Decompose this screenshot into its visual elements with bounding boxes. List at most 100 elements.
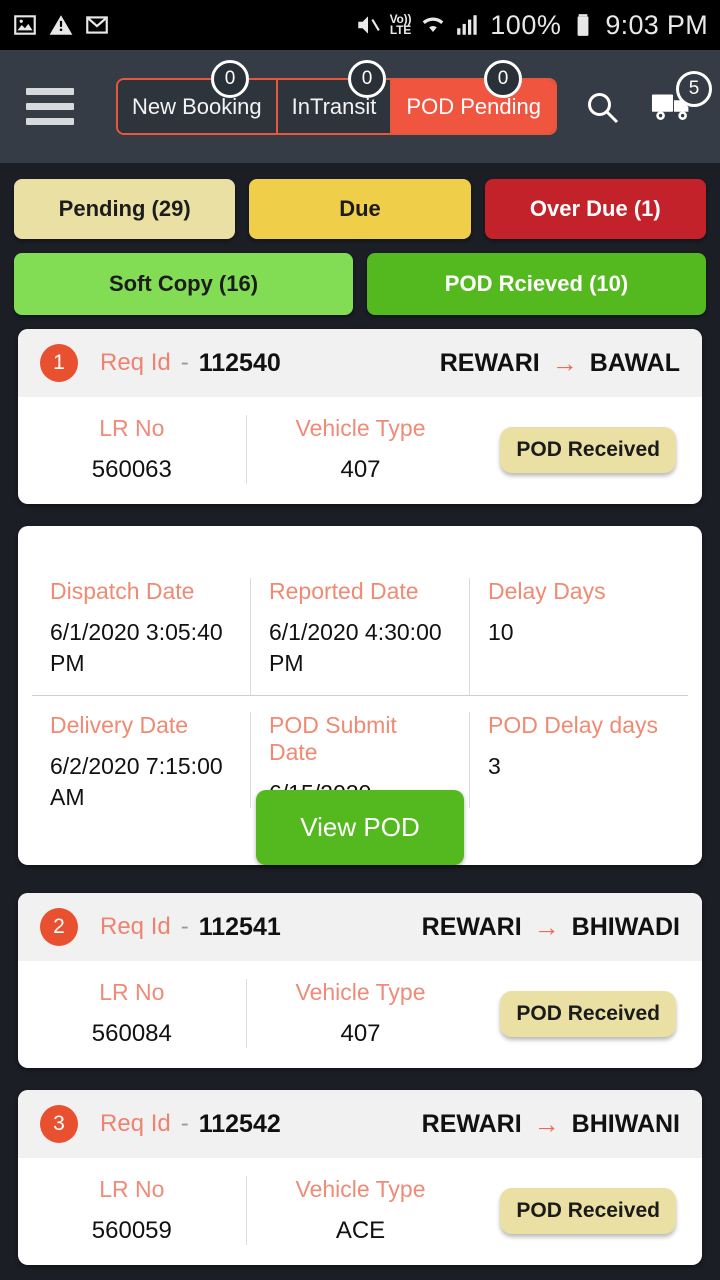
separator-dash: - <box>180 349 189 376</box>
req-id-label: Req Id <box>100 913 171 941</box>
shipment-card[interactable]: 3 Req Id - 112542 REWARI → BHIWANI LR No… <box>18 1090 702 1266</box>
tab-intransit-badge: 0 <box>348 60 386 98</box>
shipment-card-body: LR No 560084 Vehicle Type 407 POD Receiv… <box>18 961 702 1068</box>
mute-icon <box>357 16 380 34</box>
vehicle-type-label: Vehicle Type <box>295 1176 426 1203</box>
dispatch-date-cell: Dispatch Date 6/1/2020 3:05:40 PM <box>32 578 250 695</box>
delay-days-cell: Delay Days 10 <box>469 578 688 696</box>
route-origin: REWARI <box>421 1109 522 1138</box>
battery-full-icon <box>577 14 589 36</box>
gmail-icon <box>86 16 108 34</box>
status-cell: POD Received <box>474 979 702 1048</box>
shipment-card-body: LR No 560059 Vehicle Type ACE POD Receiv… <box>18 1158 702 1265</box>
status-badge[interactable]: POD Received <box>500 990 676 1037</box>
route: REWARI → BAWAL <box>440 348 680 379</box>
clock-time: 9:03 PM <box>605 9 708 40</box>
vehicle-type-cell: Vehicle Type ACE <box>245 1176 475 1246</box>
shipment-card-header[interactable]: 3 Req Id - 112542 REWARI → BHIWANI <box>18 1090 702 1159</box>
vehicle-type-cell: Vehicle Type 407 <box>245 415 475 484</box>
delay-days-label: Delay Days <box>488 578 606 604</box>
shipment-card[interactable]: 2 Req Id - 112541 REWARI → BHIWADI LR No… <box>18 893 702 1069</box>
req-id-value: 112540 <box>198 348 281 377</box>
lr-no-label: LR No <box>99 415 165 441</box>
tab-pod-pending-label: POD Pending <box>406 93 541 119</box>
signal-icon <box>457 15 477 35</box>
lr-no-label: LR No <box>99 1176 165 1203</box>
vehicle-type-cell: Vehicle Type 407 <box>245 979 475 1049</box>
pod-delay-days-value: 3 <box>488 753 501 780</box>
tab-new-booking-badge: 0 <box>211 60 249 98</box>
lr-no-label: LR No <box>99 979 165 1006</box>
filter-pod-recieved-button[interactable]: POD Rcieved (10) <box>367 253 706 315</box>
vehicle-type-value: 407 <box>340 1020 381 1048</box>
filter-row-2: Soft Copy (16) POD Rcieved (10) <box>14 253 706 315</box>
vehicle-type-label: Vehicle Type <box>295 979 426 1006</box>
status-tab-group: New Booking InTransit POD Pending 0 0 0 <box>116 60 557 135</box>
shipments-button[interactable]: 5 <box>650 70 712 131</box>
lr-no-cell: LR No 560063 <box>18 415 246 484</box>
route-destination: BHIWANI <box>571 1109 680 1138</box>
status-bar: Vo)) LTE 100% 9:03 PM <box>0 0 720 50</box>
shipment-list: 1 Req Id - 112540 REWARI → BAWAL LR No 5… <box>0 329 720 1266</box>
wifi-icon <box>422 17 444 33</box>
row-index-badge: 2 <box>40 908 78 947</box>
vehicle-type-label: Vehicle Type <box>295 415 426 441</box>
shipment-card[interactable]: 1 Req Id - 112540 REWARI → BAWAL LR No 5… <box>18 329 702 504</box>
lr-no-value: 560084 <box>91 1020 172 1048</box>
detail-row-1: Dispatch Date 6/1/2020 3:05:40 PM Report… <box>32 578 688 697</box>
tab-pod-pending-badge: 0 <box>484 60 522 98</box>
req-id-label: Req Id <box>100 1110 171 1138</box>
search-button[interactable] <box>578 83 626 131</box>
battery-percent: 100% <box>490 9 562 40</box>
shipment-card-header[interactable]: 2 Req Id - 112541 REWARI → BHIWADI <box>18 893 702 962</box>
tab-new-booking-label: New Booking <box>132 93 262 119</box>
filter-bar: Pending (29) Due Over Due (1) Soft Copy … <box>0 163 720 315</box>
row-index-badge: 3 <box>40 1105 78 1144</box>
lr-no-cell: LR No 560059 <box>18 1176 246 1245</box>
dispatch-date-label: Dispatch Date <box>50 578 195 604</box>
filter-pending-button[interactable]: Pending (29) <box>14 179 236 239</box>
vehicle-type-value: 407 <box>340 456 381 483</box>
pod-submit-date-label: POD Submit Date <box>269 712 397 766</box>
status-cell: POD Received <box>474 1176 702 1245</box>
view-pod-button[interactable]: View POD <box>256 790 464 866</box>
pod-delay-days-label: POD Delay days <box>488 712 659 739</box>
image-icon <box>14 15 36 35</box>
lr-no-value: 560063 <box>91 456 172 483</box>
app-bar: New Booking InTransit POD Pending 0 0 0 <box>0 50 720 163</box>
shipment-card-body: LR No 560063 Vehicle Type 407 POD Receiv… <box>18 397 702 504</box>
delay-days-value: 10 <box>488 619 514 645</box>
route-origin: REWARI <box>439 348 540 377</box>
warning-icon <box>49 15 73 35</box>
arrow-right-icon: → <box>533 911 560 942</box>
tab-pod-pending[interactable]: POD Pending <box>392 80 555 133</box>
lr-no-cell: LR No 560084 <box>18 979 246 1048</box>
tab-new-booking[interactable]: New Booking <box>118 80 278 133</box>
row-index-badge: 1 <box>40 344 78 382</box>
separator-dash: - <box>180 913 189 941</box>
hamburger-menu-icon[interactable] <box>26 88 74 125</box>
separator-dash: - <box>180 1110 189 1138</box>
route: REWARI → BHIWADI <box>422 912 680 943</box>
pod-delay-days-cell: POD Delay days 3 <box>469 712 688 809</box>
volte-icon: Vo)) LTE <box>389 11 412 37</box>
lr-no-value: 560059 <box>91 1217 172 1245</box>
route: REWARI → BHIWANI <box>422 1109 680 1140</box>
arrow-right-icon: → <box>551 347 578 378</box>
reported-date-value: 6/1/2020 4:30:00 PM <box>269 619 442 677</box>
filter-soft-copy-button[interactable]: Soft Copy (16) <box>14 253 353 315</box>
delivery-date-cell: Delivery Date 6/2/2020 7:15:00 AM <box>32 712 250 808</box>
route-destination: BHIWADI <box>571 912 680 941</box>
filter-overdue-button[interactable]: Over Due (1) <box>484 179 706 239</box>
reported-date-label: Reported Date <box>269 578 419 604</box>
status-badge[interactable]: POD Received <box>500 1187 676 1234</box>
search-icon <box>588 92 619 123</box>
route-origin: REWARI <box>421 912 522 941</box>
filter-row-1: Pending (29) Due Over Due (1) <box>14 179 706 239</box>
filter-due-button[interactable]: Due <box>249 179 471 239</box>
reported-date-cell: Reported Date 6/1/2020 4:30:00 PM <box>250 578 469 696</box>
route-destination: BAWAL <box>589 348 680 377</box>
shipment-card-header[interactable]: 1 Req Id - 112540 REWARI → BAWAL <box>18 329 702 397</box>
shipment-detail-panel: Dispatch Date 6/1/2020 3:05:40 PM Report… <box>18 526 702 866</box>
status-badge[interactable]: POD Received <box>500 426 676 473</box>
